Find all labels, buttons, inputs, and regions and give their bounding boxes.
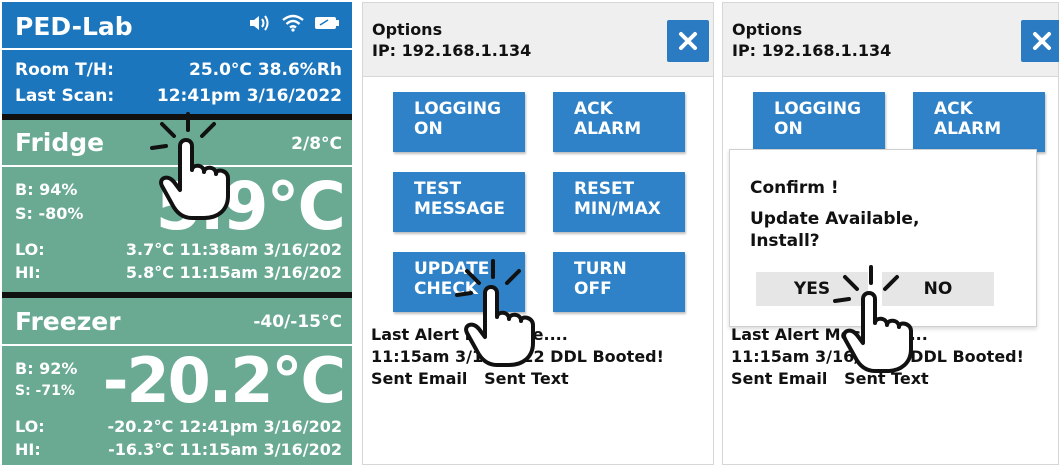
freezer-lo-row: LO: -20.2°C 12:41pm 3/16/202 (15, 417, 342, 436)
freezer-signal: S: -71% (15, 383, 75, 399)
freezer-hi-label: HI: (15, 440, 41, 459)
fridge-hi-label: HI: (15, 263, 41, 282)
header-divider (2, 48, 352, 50)
battery-icon (315, 17, 339, 29)
close-button[interactable] (1021, 20, 1059, 62)
freezer-title: Freezer (15, 307, 121, 336)
close-icon (679, 32, 697, 50)
fridge-battery: B: 94% (15, 180, 78, 199)
button-label: LOGGING (414, 99, 502, 119)
room-th-label: Room T/H: (15, 60, 114, 80)
fridge-hi-value: 5.8°C 11:15am 3/16/202 (125, 263, 342, 282)
dashboard-panel: PED-Lab Room T/H: 25.0°C 38.6%Rh Last Sc… (2, 2, 352, 465)
dashboard-header: PED-Lab Room T/H: 25.0°C 38.6%Rh Last Sc… (2, 2, 352, 114)
tap-hand-icon (833, 265, 913, 373)
button-label: ALARM (574, 119, 642, 139)
ack-alarm-button[interactable]: ACK ALARM (913, 92, 1045, 152)
reset-min-max-button[interactable]: RESET MIN/MAX (553, 172, 685, 232)
freezer-lo-value: -20.2°C 12:41pm 3/16/202 (107, 417, 342, 436)
button-label: MIN/MAX (574, 199, 661, 219)
options-confirm-panel: Options IP: 192.168.1.134 LOGGING ON ACK… (722, 2, 1059, 465)
freezer-hi-value: -16.3°C 11:15am 3/16/202 (108, 440, 342, 459)
options-title: Options (372, 20, 443, 39)
button-label: MESSAGE (414, 199, 505, 219)
button-label: OFF (574, 279, 612, 299)
ip-address: IP: 192.168.1.134 (732, 41, 892, 60)
ack-alarm-button[interactable]: ACK ALARM (553, 92, 685, 152)
options-header: Options IP: 192.168.1.134 (723, 3, 1059, 77)
options-header: Options IP: 192.168.1.134 (363, 3, 713, 77)
close-button[interactable] (667, 20, 709, 62)
options-title: Options (732, 20, 803, 39)
status-icons (248, 14, 340, 32)
dialog-title: Confirm ! (750, 178, 839, 198)
last-scan-value: 12:41pm 3/16/2022 (156, 86, 342, 106)
turn-off-button[interactable]: TURN OFF (553, 252, 685, 312)
fridge-lo-label: LO: (15, 240, 45, 259)
button-label: ON (774, 119, 803, 139)
tap-hand-icon (150, 112, 230, 220)
options-panel: Options IP: 192.168.1.134 LOGGING ON ACK… (362, 2, 714, 465)
fridge-lo-value: 3.7°C 11:38am 3/16/202 (125, 240, 342, 259)
fridge-signal: S: -80% (15, 204, 84, 223)
freezer-temperature: -20.2°C (102, 344, 346, 417)
fridge-title: Fridge (15, 128, 105, 157)
last-alert-notifications: Sent Email Sent Text (371, 369, 569, 388)
last-scan-label: Last Scan: (15, 86, 115, 106)
tap-hand-icon (455, 259, 535, 367)
fridge-lo-row: LO: 3.7°C 11:38am 3/16/202 (15, 240, 342, 259)
button-label: ACK (934, 99, 973, 119)
logging-on-button[interactable]: LOGGING ON (753, 92, 885, 152)
button-label: LOGGING (774, 99, 862, 119)
button-label: ALARM (934, 119, 1002, 139)
freezer-hi-row: HI: -16.3°C 11:15am 3/16/202 (15, 440, 342, 459)
button-label: RESET (574, 179, 635, 199)
button-label: ON (414, 119, 443, 139)
test-message-button[interactable]: TEST MESSAGE (393, 172, 525, 232)
button-label: TURN (574, 259, 627, 279)
button-label: ACK (574, 99, 613, 119)
room-th-value: 25.0°C 38.6%Rh (188, 60, 342, 80)
room-th-row: Room T/H: 25.0°C 38.6%Rh (15, 60, 342, 80)
speaker-icon (250, 15, 269, 31)
freezer-lo-label: LO: (15, 417, 45, 436)
section-divider (2, 292, 352, 298)
freezer-battery: B: 92% (15, 359, 78, 378)
ip-address: IP: 192.168.1.134 (372, 41, 532, 60)
fridge-range: 2/8°C (291, 134, 342, 154)
button-label: TEST (414, 179, 462, 199)
last-scan-row: Last Scan: 12:41pm 3/16/2022 (15, 86, 342, 106)
wifi-icon (282, 14, 304, 32)
close-icon (1033, 32, 1051, 50)
logging-on-button[interactable]: LOGGING ON (393, 92, 525, 152)
brand-title: PED-Lab (15, 12, 133, 41)
fridge-hi-row: HI: 5.8°C 11:15am 3/16/202 (15, 263, 342, 282)
dialog-message: Update Available, Install? (750, 209, 920, 251)
freezer-range: -40/-15°C (253, 312, 342, 332)
